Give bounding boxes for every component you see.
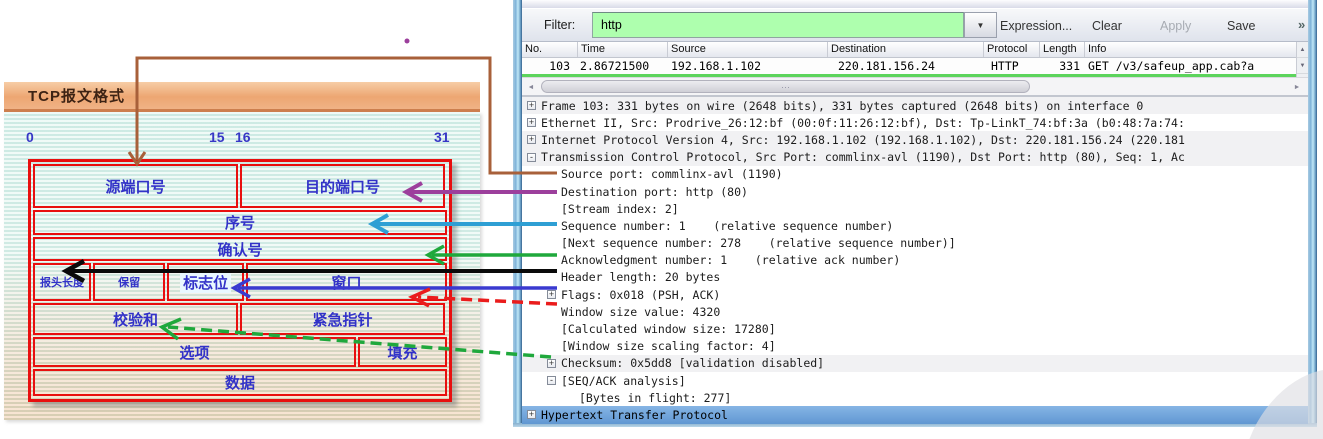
scroll-down-icon[interactable]: ▼ (1297, 58, 1308, 74)
scrollbar-grip-icon: ⋯ (781, 84, 790, 90)
packet-protocol: HTTP (984, 58, 1040, 74)
expander-icon[interactable]: + (527, 118, 536, 127)
cell-data: 数据 (33, 369, 447, 396)
window-border-left (513, 0, 522, 423)
cell-options: 选项 (33, 337, 356, 367)
column-header-protocol[interactable]: Protocol (984, 42, 1040, 57)
horizontal-scrollbar[interactable]: ◄ ⋯ ► (522, 77, 1308, 96)
expander-icon[interactable]: - (547, 376, 556, 385)
table-row: 序号 (33, 210, 447, 235)
scroll-right-icon[interactable]: ► (1290, 80, 1304, 94)
detail-row-calculated-window[interactable]: [Calculated window size: 17280] (522, 320, 1308, 337)
packet-info: GET /v3/safeup_app.cab?a (1085, 58, 1296, 74)
detail-row-destination-port[interactable]: Destination port: http (80) (522, 183, 1308, 200)
slide-body: 0 15 16 31 源端口号 目的端口号 序号 确认号 报头长度 保留 标志位… (4, 112, 480, 420)
bit-label-16: 16 (235, 129, 251, 145)
packet-row[interactable]: 103 2.86721500 192.168.1.102 220.181.156… (522, 58, 1296, 74)
scroll-left-icon[interactable]: ◄ (524, 80, 538, 94)
cell-ack: 确认号 (33, 237, 447, 261)
chevron-down-icon: ▼ (977, 21, 985, 30)
cell-checksum: 校验和 (33, 303, 238, 335)
detail-row-tcp[interactable]: -Transmission Control Protocol, Src Port… (522, 149, 1308, 166)
annotation-dot (405, 39, 410, 44)
cell-window: 窗口 (246, 263, 447, 301)
packet-destination: 220.181.156.24 (828, 58, 984, 74)
column-header-length[interactable]: Length (1040, 42, 1085, 57)
tcp-format-slide: TCP报文格式 0 15 16 31 源端口号 目的端口号 序号 确认号 报头长… (4, 82, 480, 423)
cell-reserved: 保留 (93, 263, 165, 301)
table-row: 选项 填充 (33, 337, 447, 367)
detail-row-stream-index[interactable]: [Stream index: 2] (522, 200, 1308, 217)
filter-label: Filter: (544, 18, 575, 32)
bit-label-31: 31 (434, 129, 450, 145)
filter-dropdown-button[interactable]: ▼ (964, 12, 997, 38)
detail-row-next-sequence[interactable]: [Next sequence number: 278 (relative seq… (522, 235, 1308, 252)
bit-label-0: 0 (26, 129, 34, 145)
detail-row-header-length[interactable]: Header length: 20 bytes (522, 269, 1308, 286)
packet-length: 331 (1040, 58, 1085, 74)
expander-icon[interactable]: + (527, 135, 536, 144)
slide-title-bar: TCP报文格式 (4, 82, 480, 112)
cell-urgent-pointer: 紧急指针 (240, 303, 445, 335)
detail-row-sequence-number[interactable]: Sequence number: 1 (relative sequence nu… (522, 217, 1308, 234)
apply-button[interactable]: Apply (1160, 15, 1191, 36)
table-row: 报头长度 保留 标志位 窗口 (33, 263, 447, 301)
expander-icon[interactable]: + (527, 101, 536, 110)
packet-source: 192.168.1.102 (668, 58, 828, 74)
tcp-header-table: 源端口号 目的端口号 序号 确认号 报头长度 保留 标志位 窗口 校验和 紧急指… (28, 159, 452, 402)
cell-header-length: 报头长度 (33, 263, 91, 301)
window-border-bottom (513, 423, 1317, 427)
detail-row-checksum[interactable]: +Checksum: 0x5dd8 [validation disabled] (522, 355, 1308, 372)
window-border-right (1308, 0, 1317, 423)
table-row: 数据 (33, 369, 447, 396)
slide-title: TCP报文格式 (28, 85, 125, 106)
window-content: Filter: ▼ Expression... Clear Apply Save… (522, 0, 1308, 423)
save-button[interactable]: Save (1227, 15, 1256, 36)
column-header-info[interactable]: Info (1085, 42, 1296, 57)
packet-no: 103 (522, 58, 578, 74)
cell-sequence: 序号 (33, 210, 447, 235)
expander-icon[interactable]: + (547, 290, 556, 299)
cell-flags: 标志位 (167, 263, 244, 301)
detail-row-source-port[interactable]: Source port: commlinx-avl (1190) (522, 166, 1308, 183)
detail-row-seq-ack-analysis[interactable]: -[SEQ/ACK analysis] (522, 372, 1308, 389)
filter-input[interactable] (592, 12, 964, 38)
packet-details-pane: +Frame 103: 331 bytes on wire (2648 bits… (522, 96, 1308, 423)
filter-toolbar: Filter: ▼ Expression... Clear Apply Save… (522, 9, 1308, 42)
cell-padding: 填充 (358, 337, 447, 367)
cell-destination-port: 目的端口号 (240, 164, 445, 208)
wireshark-window: Filter: ▼ Expression... Clear Apply Save… (513, 0, 1317, 427)
column-header-time[interactable]: Time (578, 42, 668, 57)
packet-list-vertical-scrollbar[interactable]: ▲ ▼ (1296, 42, 1308, 77)
column-header-source[interactable]: Source (668, 42, 828, 57)
detail-row-window-size[interactable]: Window size value: 4320 (522, 303, 1308, 320)
table-row: 源端口号 目的端口号 (33, 164, 447, 208)
flags-label: 标志位 (180, 272, 231, 293)
packet-list-header: No. Time Source Destination Protocol Len… (522, 42, 1296, 58)
packet-time: 2.86721500 (578, 58, 668, 74)
detail-row-bytes-in-flight[interactable]: [Bytes in flight: 277] (522, 389, 1308, 406)
detail-row-ack-number[interactable]: Acknowledgment number: 1 (relative ack n… (522, 252, 1308, 269)
detail-row-flags[interactable]: +Flags: 0x018 (PSH, ACK) (522, 286, 1308, 303)
detail-row-frame[interactable]: +Frame 103: 331 bytes on wire (2648 bits… (522, 97, 1308, 114)
expander-icon[interactable]: - (527, 153, 536, 162)
table-row: 确认号 (33, 237, 447, 261)
expander-icon[interactable]: + (547, 359, 556, 368)
table-row: 校验和 紧急指针 (33, 303, 447, 335)
detail-row-http[interactable]: +Hypertext Transfer Protocol (522, 406, 1308, 423)
column-header-destination[interactable]: Destination (828, 42, 984, 57)
column-header-no[interactable]: No. (522, 42, 578, 57)
cell-source-port: 源端口号 (33, 164, 238, 208)
clear-button[interactable]: Clear (1092, 15, 1122, 36)
detail-row-window-scaling[interactable]: [Window size scaling factor: 4] (522, 338, 1308, 355)
expression-button[interactable]: Expression... (1000, 15, 1072, 36)
detail-row-ethernet[interactable]: +Ethernet II, Src: Prodrive_26:12:bf (00… (522, 114, 1308, 131)
expander-icon[interactable]: + (527, 410, 536, 419)
toolbar-edge (522, 0, 1308, 9)
toolbar-overflow-icon[interactable]: » (1298, 17, 1305, 38)
detail-row-ip[interactable]: +Internet Protocol Version 4, Src: 192.1… (522, 131, 1308, 148)
bit-label-15: 15 (209, 129, 225, 145)
scroll-up-icon[interactable]: ▲ (1297, 42, 1308, 58)
scrollbar-thumb[interactable]: ⋯ (541, 80, 1030, 93)
